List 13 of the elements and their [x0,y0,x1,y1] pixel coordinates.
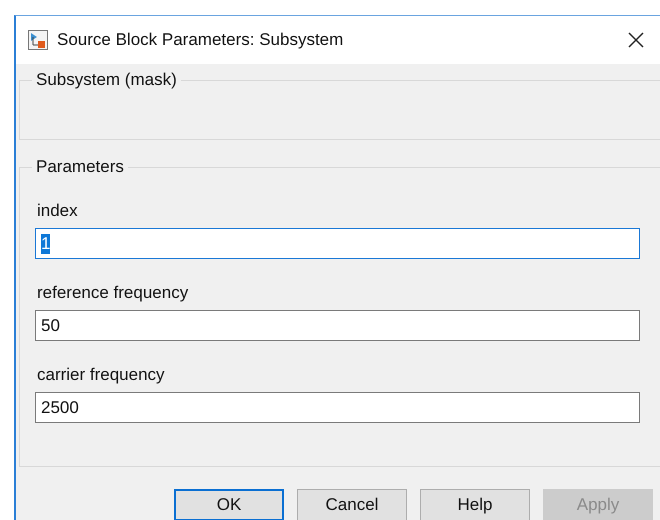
input-field[interactable]: 1 [35,228,640,259]
block-diagram-icon [28,30,48,50]
field-label: reference frequency [36,282,190,304]
dialog-button[interactable]: Help [420,489,530,520]
input-field[interactable]: 2500 [35,392,640,423]
window-title: Source Block Parameters: Subsystem [57,30,344,50]
dialog-button[interactable]: Cancel [297,489,407,520]
dialog-button[interactable]: OK [174,489,284,520]
field-label: index [36,200,79,222]
group-title: Subsystem (mask) [32,70,181,90]
input-field[interactable]: 50 [35,310,640,341]
field-label: carrier frequency [36,364,166,386]
close-icon[interactable] [628,32,644,48]
